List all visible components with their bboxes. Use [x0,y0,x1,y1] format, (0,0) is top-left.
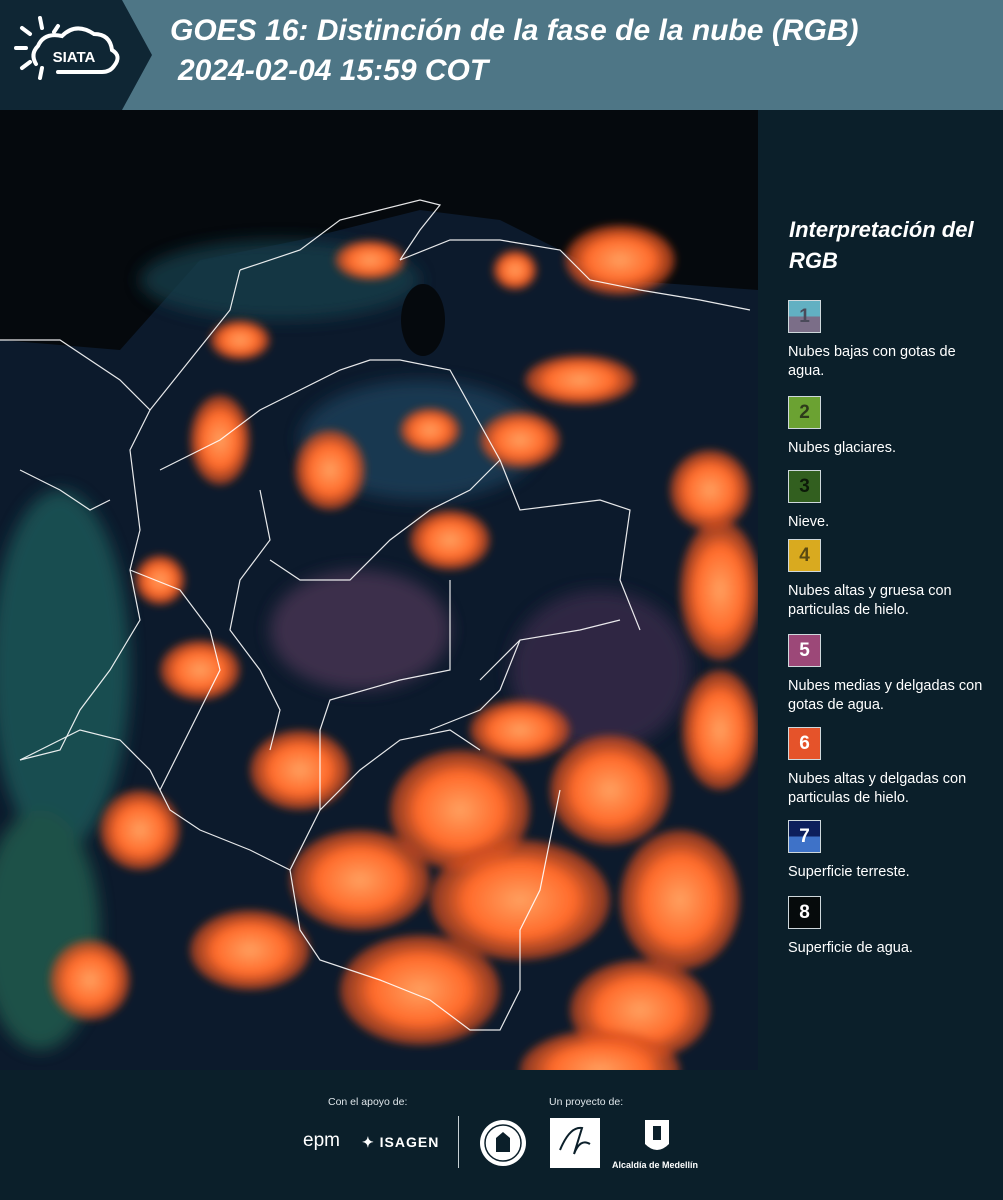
legend-item-8: 8 Superficie de agua. [788,896,993,958]
legend-label: Superficie terreste. [788,864,910,880]
page-title: GOES 16: Distinción de la fase de la nub… [170,14,859,47]
seal-icon [480,1120,526,1166]
legend-number: 1 [799,305,810,327]
legend-number: 5 [799,639,810,661]
legend-swatch-3: 3 [788,470,821,503]
legend-label: Nieve. [788,514,830,530]
header-bar: SIATA GOES 16: Distinción de la fase de … [0,0,1003,110]
area-logo-icon [559,1126,591,1155]
legend-swatch-8: 8 [788,896,821,929]
alcaldia-shield-icon [645,1120,669,1150]
legend-label: Nubes altas y delgadas con particulas de… [788,771,967,806]
legend-number: 2 [799,401,810,423]
footer: Con el apoyo de: Un proyecto de: epm ✦ I… [0,1070,1003,1200]
legend-swatch-4: 4 [788,539,821,572]
legend-number: 7 [799,825,810,847]
legend-number: 4 [799,544,810,566]
siata-logo-icon: SIATA [14,16,120,80]
legend-label: Nubes glaciares. [788,440,896,456]
legend-swatch-7: 7 [788,820,821,853]
legend-swatch-5: 5 [788,634,821,667]
legend-item-2: 2 Nubes glaciares. [788,396,993,458]
siata-logo-text: SIATA [53,49,96,66]
area-metropolitana-logo [550,1118,600,1168]
legend-swatch-1: 1 [788,300,821,333]
isagen-logo-text: ISAGEN [379,1134,440,1150]
legend-swatch-2: 2 [788,396,821,429]
footer-divider [458,1116,459,1168]
epm-logo-text: epm [303,1130,340,1151]
alcaldia-logo-text: Alcaldía de Medellín [612,1160,699,1170]
satellite-image [0,110,758,1070]
legend-number: 3 [799,475,810,497]
satellite-map [0,110,758,1070]
legend-swatch-6: 6 [788,727,821,760]
legend-item-4: 4 Nubes altas y gruesa con particulas de… [788,539,993,620]
siata-logo-box: SIATA [0,0,152,110]
legend-number: 6 [799,732,810,754]
legend-item-1: 1 Nubes bajas con gotas de agua. [788,300,993,381]
legend-number: 8 [799,901,810,923]
epm-logo: epm [303,1130,340,1152]
legend-item-6: 6 Nubes altas y delgadas con particulas … [788,727,993,808]
legend-label: Nubes medias y delgadas con gotas de agu… [788,678,983,713]
legend-item-7: 7 Superficie terreste. [788,820,993,882]
legend-label: Nubes altas y gruesa con particulas de h… [788,583,952,618]
legend-panel: Interpretación del RGB 1 Nubes bajas con… [758,110,1003,1070]
page-timestamp: 2024-02-04 15:59 COT [178,54,489,87]
isagen-star-icon: ✦ [362,1134,375,1150]
legend-label: Nubes bajas con gotas de agua. [788,344,956,379]
legend-label: Superficie de agua. [788,940,913,956]
legend-title: Interpretación del RGB [789,217,974,273]
project-caption: Un proyecto de: [549,1096,624,1108]
support-caption: Con el apoyo de: [328,1096,408,1108]
isagen-logo: ✦ ISAGEN [362,1134,439,1151]
legend-item-3: 3 Nieve. [788,470,993,532]
legend-item-5: 5 Nubes medias y delgadas con gotas de a… [788,634,993,715]
